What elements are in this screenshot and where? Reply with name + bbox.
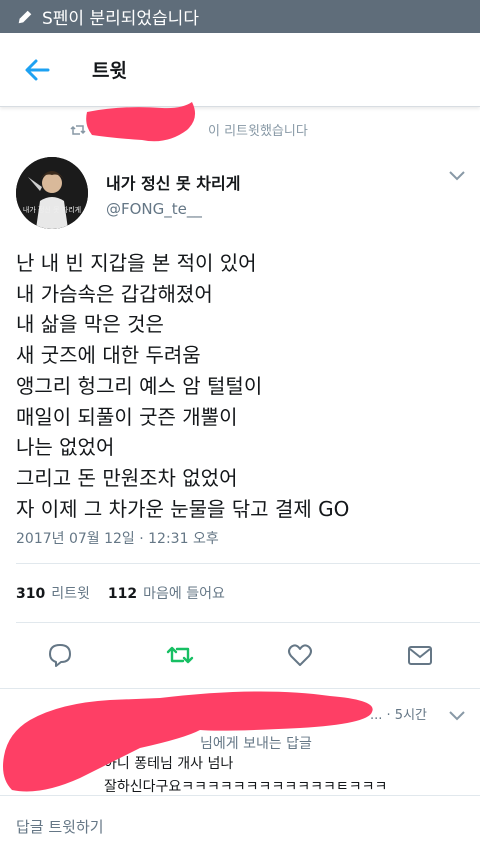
author-handle[interactable]: @FONG_te__ (106, 200, 202, 218)
action-bar (0, 641, 480, 671)
app-bar: 트윗 (0, 33, 480, 107)
avatar-caption: 내가 정신 못 차리게 (22, 206, 82, 214)
like-stat[interactable]: 112 마음에 들어요 (108, 583, 225, 603)
tweet-line: 내 가슴속은 갑갑해졌어 (16, 281, 213, 306)
divider (16, 563, 480, 564)
tweet-line: 매일이 되풀이 굿즌 개뿔이 (16, 404, 238, 429)
tweet-line: 새 굿즈에 대한 두려움 (16, 343, 201, 368)
retweet-action-icon[interactable] (166, 641, 194, 669)
chevron-down-icon[interactable] (448, 170, 466, 182)
pen-icon (18, 10, 32, 23)
chevron-down-icon[interactable] (448, 710, 466, 722)
tweet-line: 나는 없었어 (16, 435, 115, 460)
status-bar: S펜이 분리되었습니다 (0, 0, 480, 33)
redaction-mark (3, 691, 373, 792)
tweet-line: 앵그리 헝그리 예스 암 털털이 (16, 373, 263, 398)
redaction-mark (86, 102, 196, 142)
heart-icon[interactable] (286, 641, 314, 669)
tweet-line: 그리고 돈 만원조차 없었어 (16, 465, 238, 490)
tweet-stats: 310 리트윗 112 마음에 들어요 (16, 583, 225, 603)
avatar[interactable]: 내가 정신 못 차리게 (16, 157, 88, 229)
tweet-line: 자 이제 그 차가운 눈물을 닦고 결제 GO (16, 496, 350, 521)
like-label: 마음에 들어요 (143, 586, 225, 602)
tweet-line: 내 삶을 막은 것은 (16, 312, 164, 337)
retweet-label: 리트윗 (51, 586, 90, 602)
reply-icon[interactable] (46, 641, 74, 669)
tweet-timestamp: 2017년 07월 12일 · 12:31 오후 (16, 531, 219, 547)
divider (16, 622, 480, 623)
compose-reply-bar[interactable]: 답글 트윗하기 (0, 795, 480, 854)
status-message: S펜이 분리되었습니다 (42, 9, 199, 29)
back-arrow-icon[interactable] (22, 55, 52, 85)
retweet-count: 310 (16, 586, 46, 602)
tweet-text: 난 내 빈 지갑을 본 적이 있어 내 가슴속은 갑갑해졌어 내 삶을 막은 것… (16, 248, 466, 524)
tweet-line: 난 내 빈 지갑을 본 적이 있어 (16, 251, 257, 275)
retweet-stat[interactable]: 310 리트윗 (16, 583, 90, 603)
like-count: 112 (107, 586, 138, 602)
author-name[interactable]: 내가 정신 못 차리게 (106, 170, 240, 194)
compose-reply-input[interactable]: 답글 트윗하기 (16, 816, 104, 837)
page-title: 트윗 (92, 60, 127, 82)
message-icon[interactable] (406, 641, 434, 669)
retweet-banner-text: 이 리트윗했습니다 (208, 124, 308, 139)
reply-time-value: 5시간 (394, 708, 427, 723)
